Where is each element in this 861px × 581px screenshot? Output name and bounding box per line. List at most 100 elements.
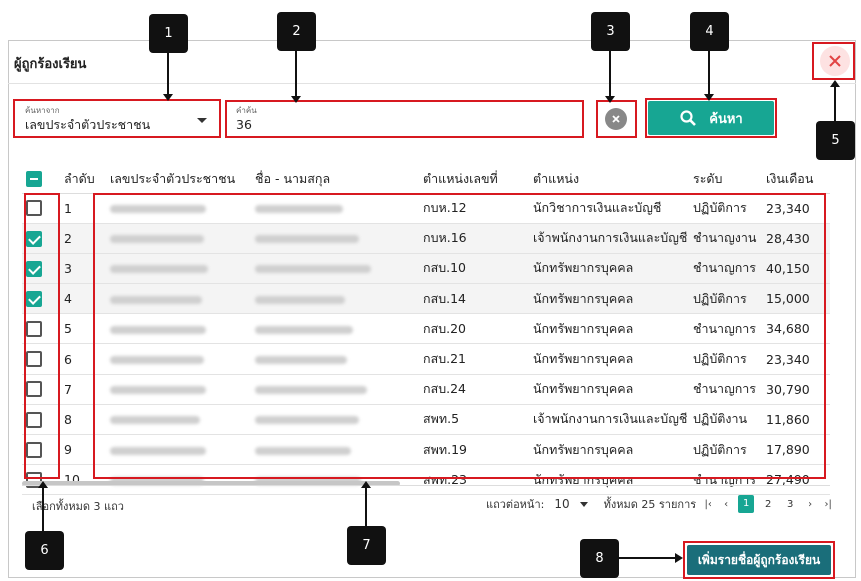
last-page-icon[interactable]: ›|	[822, 499, 834, 510]
column-header: ตำแหน่งเลขที่	[419, 165, 529, 194]
row-checkbox[interactable]	[26, 200, 42, 217]
row-number: 3	[60, 253, 106, 285]
callout-badge-3: 3	[591, 12, 630, 51]
full-name-redacted	[251, 434, 419, 466]
select-all-checkbox[interactable]	[26, 171, 42, 187]
keyword-label: คำค้น	[236, 106, 257, 115]
citizen-id-redacted	[106, 374, 251, 405]
arrowhead-8	[675, 553, 683, 563]
search-icon	[680, 110, 697, 126]
position-number: กบห.12	[419, 193, 529, 224]
level: ชำนาญการ	[689, 253, 762, 285]
citizen-id-redacted	[106, 464, 251, 496]
rows-per-page-label: แถวต่อหน้า:	[486, 498, 545, 511]
full-name-redacted	[251, 253, 419, 285]
search-by-select[interactable]: ค้นหาจาก เลขประจำตัวประชาชน	[17, 104, 215, 137]
row-checkbox[interactable]	[26, 441, 42, 458]
citizen-id-redacted	[106, 343, 251, 375]
full-name-redacted	[251, 404, 419, 436]
row-checkbox[interactable]	[26, 351, 42, 368]
citizen-id-redacted	[106, 253, 251, 285]
row-checkbox-cell	[22, 283, 60, 315]
full-name-redacted	[251, 464, 419, 496]
full-name-redacted	[251, 283, 419, 315]
level: ปฏิบัติการ	[689, 343, 762, 375]
first-page-icon[interactable]: |‹	[702, 499, 714, 510]
search-by-value: เลขประจำตัวประชาชน	[25, 117, 151, 132]
callout-line-2	[295, 51, 297, 98]
row-checkbox[interactable]	[26, 381, 42, 398]
position-number: กสบ.21	[419, 343, 529, 375]
page-button[interactable]: 2	[760, 499, 776, 510]
position-title: นักทรัพยากรบุคคล	[529, 343, 689, 375]
callout-line-8	[619, 557, 677, 559]
full-name-redacted	[251, 223, 419, 254]
row-checkbox[interactable]	[26, 321, 42, 338]
row-checkbox-cell	[22, 223, 60, 254]
add-complainant-button[interactable]: เพิ่มรายชื่อผู้ถูกร้องเรียน	[687, 545, 831, 575]
salary: 23,340	[762, 193, 830, 224]
salary: 40,150	[762, 253, 830, 285]
table-row[interactable]: 4 กสบ.14 นักทรัพยากรบุคคล ปฏิบัติการ 15,000	[22, 283, 830, 315]
level: ปฏิบัติการ	[689, 434, 762, 466]
row-checkbox-cell	[22, 404, 60, 436]
citizen-id-redacted	[106, 223, 251, 254]
table-row[interactable]: 10 สพท.23 นักทรัพยากรบุคคล ชำนาญการ 27,490	[22, 464, 830, 496]
column-header: ระดับ	[689, 165, 762, 194]
arrowhead-6	[38, 481, 48, 488]
table-row[interactable]: 9 สพท.19 นักทรัพยากรบุคคล ปฏิบัติการ 17,890	[22, 434, 830, 466]
table-row[interactable]: 5 กสบ.20 นักทรัพยากรบุคคล ชำนาญการ 34,680	[22, 313, 830, 345]
row-checkbox[interactable]	[26, 260, 42, 277]
select-all-cell	[22, 165, 60, 194]
level: ปฏิบัติงาน	[689, 404, 762, 436]
full-name-redacted	[251, 374, 419, 405]
level: ชำนาญการ	[689, 374, 762, 405]
table-row[interactable]: 3 กสบ.10 นักทรัพยากรบุคคล ชำนาญการ 40,150	[22, 253, 830, 285]
search-button[interactable]: ค้นหา	[648, 101, 774, 135]
salary: 23,340	[762, 343, 830, 375]
row-number: 4	[60, 283, 106, 315]
chevron-down-icon	[197, 118, 207, 123]
row-number: 6	[60, 343, 106, 375]
row-checkbox-cell	[22, 434, 60, 466]
table-row[interactable]: 7 กสบ.24 นักทรัพยากรบุคคล ชำนาญการ 30,790	[22, 374, 830, 405]
salary: 30,790	[762, 374, 830, 405]
row-number: 9	[60, 434, 106, 466]
callout-line-5	[834, 84, 836, 121]
page-button[interactable]: 3	[782, 499, 798, 510]
previous-page-icon[interactable]: ‹	[720, 499, 732, 510]
salary: 11,860	[762, 404, 830, 436]
rows-per-page-select[interactable]: 10	[554, 497, 569, 511]
callout-badge-6: 6	[25, 531, 64, 570]
row-checkbox[interactable]	[26, 290, 42, 307]
selected-count: เลือกทั้งหมด 3 แถว	[32, 500, 124, 513]
table-row[interactable]: 2 กบห.16 เจ้าพนักงานการเงินและบัญชี ชำนาญงา…	[22, 223, 830, 254]
row-checkbox[interactable]	[26, 411, 42, 428]
callout-line-4	[708, 51, 710, 96]
close-button[interactable]	[820, 46, 850, 76]
keyword-value: 36	[236, 117, 252, 132]
callout-line-3	[609, 51, 611, 98]
position-number: สพท.5	[419, 404, 529, 436]
salary: 34,680	[762, 313, 830, 345]
complainant-table: ลำดับ เลขประจำตัวประชาชน ชื่อ - นามสกุล …	[22, 165, 830, 496]
row-number: 8	[60, 404, 106, 436]
keyword-input[interactable]: คำค้น 36	[228, 104, 580, 137]
citizen-id-redacted	[106, 193, 251, 224]
level: ชำนาญการ	[689, 464, 762, 496]
table-row[interactable]: 8 สพท.5 เจ้าพนักงานการเงินและบัญชี ปฏิบัติง…	[22, 404, 830, 436]
table-row[interactable]: 6 กสบ.21 นักทรัพยากรบุคคล ปฏิบัติการ 23,340	[22, 343, 830, 375]
position-number: สพท.19	[419, 434, 529, 466]
position-number: กสบ.20	[419, 313, 529, 345]
table-row[interactable]: 1 กบห.12 นักวิชาการเงินและบัญชี ปฏิบัติการ 2…	[22, 193, 830, 224]
column-header: ตำแหน่ง	[529, 165, 689, 194]
next-page-icon[interactable]: ›	[804, 499, 816, 510]
row-checkbox-cell	[22, 343, 60, 375]
row-checkbox[interactable]	[26, 230, 42, 247]
position-title: นักทรัพยากรบุคคล	[529, 374, 689, 405]
clear-search-button[interactable]	[605, 108, 627, 130]
position-number: สพท.23	[419, 464, 529, 496]
chevron-down-icon[interactable]	[579, 501, 588, 507]
column-header: เลขประจำตัวประชาชน	[106, 165, 251, 194]
page-button[interactable]: 1	[738, 495, 755, 513]
